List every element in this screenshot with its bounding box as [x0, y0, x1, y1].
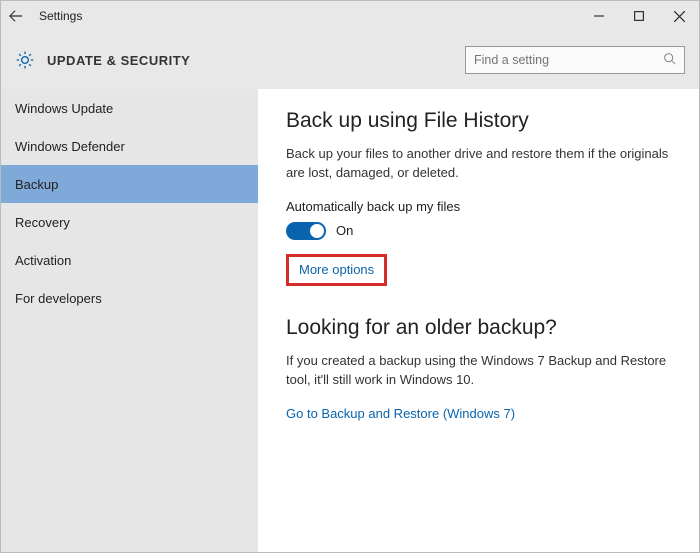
close-button[interactable] [659, 1, 699, 31]
window-title: Settings [39, 9, 579, 23]
close-icon [674, 11, 685, 22]
sidebar-item-windows-update[interactable]: Windows Update [1, 89, 258, 127]
section-heading-older: Looking for an older backup? [286, 316, 671, 340]
sidebar-item-label: Backup [15, 177, 58, 192]
toggle-knob [310, 224, 324, 238]
section-description: Back up your files to another drive and … [286, 145, 671, 183]
search-icon [663, 52, 676, 68]
back-button[interactable] [1, 1, 31, 31]
content-pane: Back up using File History Back up your … [258, 89, 699, 552]
sidebar-item-recovery[interactable]: Recovery [1, 203, 258, 241]
sidebar: Windows Update Windows Defender Backup R… [1, 89, 258, 552]
sidebar-item-backup[interactable]: Backup [1, 165, 258, 203]
auto-backup-toggle[interactable] [286, 222, 326, 240]
maximize-icon [634, 11, 644, 21]
header: UPDATE & SECURITY [1, 31, 699, 89]
backup-restore-link[interactable]: Go to Backup and Restore (Windows 7) [286, 406, 515, 421]
sidebar-item-label: For developers [15, 291, 102, 306]
toggle-row: On [286, 222, 671, 240]
sidebar-item-label: Windows Defender [15, 139, 125, 154]
older-description: If you created a backup using the Window… [286, 352, 671, 390]
maximize-button[interactable] [619, 1, 659, 31]
minimize-icon [594, 11, 604, 21]
sidebar-item-label: Activation [15, 253, 71, 268]
sidebar-item-activation[interactable]: Activation [1, 241, 258, 279]
minimize-button[interactable] [579, 1, 619, 31]
title-bar: Settings [1, 1, 699, 31]
search-input[interactable] [474, 53, 663, 67]
gear-icon [15, 50, 35, 70]
section-heading-backup: Back up using File History [286, 109, 671, 133]
highlight-annotation: More options [286, 254, 387, 286]
search-box[interactable] [465, 46, 685, 74]
sidebar-item-label: Windows Update [15, 101, 113, 116]
sidebar-item-windows-defender[interactable]: Windows Defender [1, 127, 258, 165]
toggle-label: Automatically back up my files [286, 199, 671, 214]
more-options-link[interactable]: More options [299, 262, 374, 277]
header-title: UPDATE & SECURITY [47, 53, 465, 68]
main-area: Windows Update Windows Defender Backup R… [1, 89, 699, 552]
sidebar-item-for-developers[interactable]: For developers [1, 279, 258, 317]
toggle-state-text: On [336, 223, 353, 238]
back-arrow-icon [9, 9, 23, 23]
older-backup-section: Looking for an older backup? If you crea… [286, 316, 671, 424]
sidebar-item-label: Recovery [15, 215, 70, 230]
